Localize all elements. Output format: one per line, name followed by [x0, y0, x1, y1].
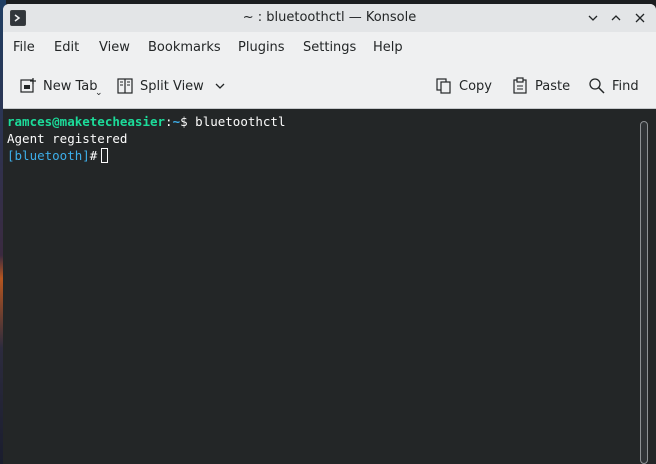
- prompt-colon: :: [165, 114, 173, 129]
- copy-icon: [436, 78, 451, 94]
- terminal-command: bluetoothctl: [195, 114, 286, 129]
- prompt-user-host: ramces@maketecheasier: [7, 114, 166, 129]
- text-cursor: [101, 148, 109, 163]
- prompt-cwd: ~: [172, 114, 181, 129]
- menu-view[interactable]: View: [99, 40, 130, 55]
- terminal-scrollbar[interactable]: [640, 121, 648, 464]
- terminal-line-bluetooth: [bluetooth]#: [7, 147, 656, 164]
- menu-file[interactable]: File: [13, 40, 35, 55]
- bluetooth-prompt-symbol: #: [89, 148, 98, 163]
- bluetooth-prompt: [bluetooth]: [7, 148, 90, 163]
- scrollbar-thumb[interactable]: [640, 121, 648, 464]
- title-bar[interactable]: ~ : bluetoothctl — Konsole: [3, 4, 656, 32]
- new-tab-button[interactable]: New Tab: [19, 70, 98, 102]
- terminal-line-command: ramces@maketecheasier:~$ bluetoothctl: [7, 113, 656, 130]
- paste-button[interactable]: Paste: [511, 70, 570, 102]
- menu-settings[interactable]: Settings: [303, 40, 356, 55]
- konsole-window: ~ : bluetoothctl — Konsole File Edit Vie…: [3, 4, 656, 464]
- prompt-symbol: $: [180, 114, 188, 129]
- toolbar: New Tab ⌄ Split View Copy Paste Find: [3, 70, 656, 102]
- paste-label: Paste: [535, 78, 571, 94]
- menu-help[interactable]: Help: [373, 40, 403, 55]
- menu-edit[interactable]: Edit: [54, 40, 79, 55]
- close-icon: [635, 13, 645, 23]
- copy-button[interactable]: Copy: [435, 70, 492, 102]
- split-view-button[interactable]: Split View: [116, 70, 226, 102]
- terminal-output-line: Agent registered: [7, 131, 128, 146]
- window-title: ~ : bluetoothctl — Konsole: [242, 10, 417, 25]
- find-label: Find: [612, 78, 639, 94]
- chevron-down-icon: [588, 15, 598, 21]
- new-tab-label: New Tab: [43, 78, 98, 94]
- terminal-view[interactable]: ramces@maketecheasier:~$ bluetoothctl Ag…: [3, 109, 656, 464]
- maximize-button[interactable]: [606, 8, 626, 28]
- menu-plugins[interactable]: Plugins: [238, 40, 285, 55]
- split-view-label: Split View: [140, 78, 204, 94]
- chevron-up-icon: [611, 15, 621, 21]
- split-view-icon: [117, 78, 133, 94]
- paste-icon: [513, 77, 527, 94]
- minimize-button[interactable]: [583, 8, 603, 28]
- search-icon: [589, 78, 605, 94]
- menu-bar: File Edit View Bookmarks Plugins Setting…: [3, 36, 656, 60]
- new-tab-icon: [20, 78, 36, 93]
- close-button[interactable]: [630, 8, 650, 28]
- chevron-down-icon: [215, 83, 225, 89]
- menu-bookmarks[interactable]: Bookmarks: [148, 40, 221, 55]
- copy-label: Copy: [459, 78, 492, 94]
- new-tab-dropdown-arrow[interactable]: ⌄: [95, 88, 103, 98]
- find-button[interactable]: Find: [588, 70, 639, 102]
